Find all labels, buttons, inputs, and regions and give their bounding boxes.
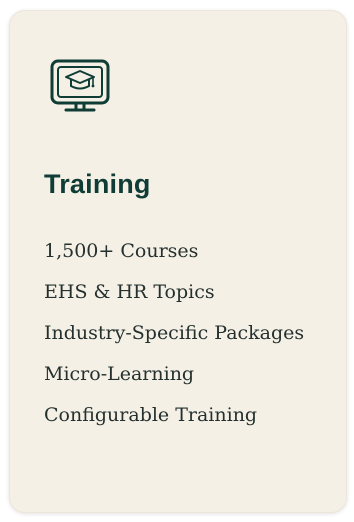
training-card[interactable]: Training 1,500+ Courses EHS & HR Topics … xyxy=(9,10,347,513)
feature-item: Configurable Training xyxy=(44,404,258,426)
feature-item: 1,500+ Courses xyxy=(44,240,199,262)
online-training-monitor-icon xyxy=(46,55,114,115)
feature-item: Micro-Learning xyxy=(44,363,195,385)
card-title: Training xyxy=(44,169,151,199)
feature-item: Industry-Specific Packages xyxy=(44,322,305,344)
feature-list: 1,500+ Courses EHS & HR Topics Industry-… xyxy=(44,237,324,442)
feature-item: EHS & HR Topics xyxy=(44,281,215,303)
